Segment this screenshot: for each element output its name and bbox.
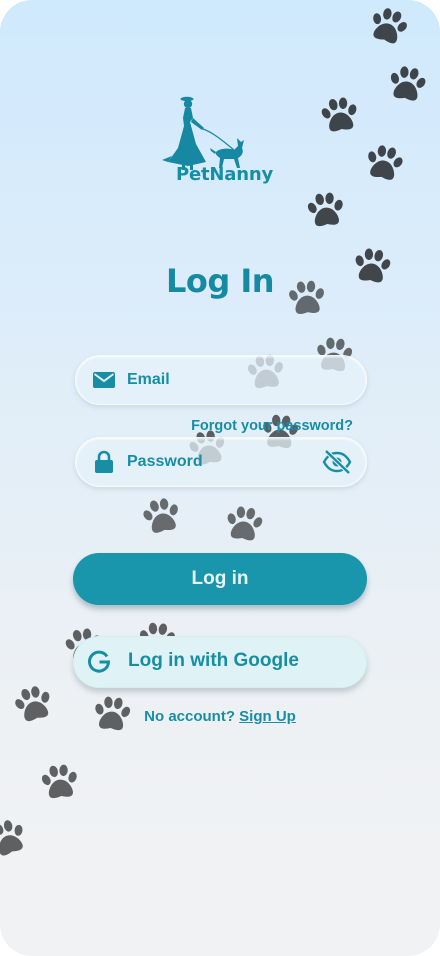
google-g-icon [88,650,111,673]
paw-print-icon [136,492,188,544]
brand-name: PetNanny [176,164,273,185]
page-title: Log In [165,262,275,300]
google-login-button[interactable]: Log in with Google [73,636,367,688]
app-logo: PetNanny [160,92,282,190]
dog-walker-logo-icon [162,96,244,170]
google-login-label: Log in with Google [128,650,299,671]
paw-print-icon [358,139,410,191]
paw-print-icon [0,812,36,868]
signup-prompt: No account? Sign Up [0,708,440,725]
paw-print-icon [36,760,84,808]
paw-print-icon [382,61,433,112]
signup-link[interactable]: Sign Up [239,708,296,725]
email-field[interactable] [75,355,367,405]
forgot-password-link[interactable]: Forgot your password? [190,418,353,434]
password-field[interactable] [75,437,367,487]
email-input[interactable] [127,356,317,404]
signup-prompt-text: No account? [144,708,235,725]
envelope-icon [93,372,115,388]
password-input[interactable] [127,438,317,486]
login-screen: PetNanny Log In Forgot your password? Lo… [0,0,440,956]
eye-slash-icon[interactable] [322,449,352,475]
paw-print-icon [219,501,269,551]
login-button[interactable]: Log in [73,553,367,605]
paw-print-icon [315,92,365,142]
lock-icon [95,450,113,473]
paw-print-icon [360,0,415,55]
paw-print-icon [302,188,350,236]
